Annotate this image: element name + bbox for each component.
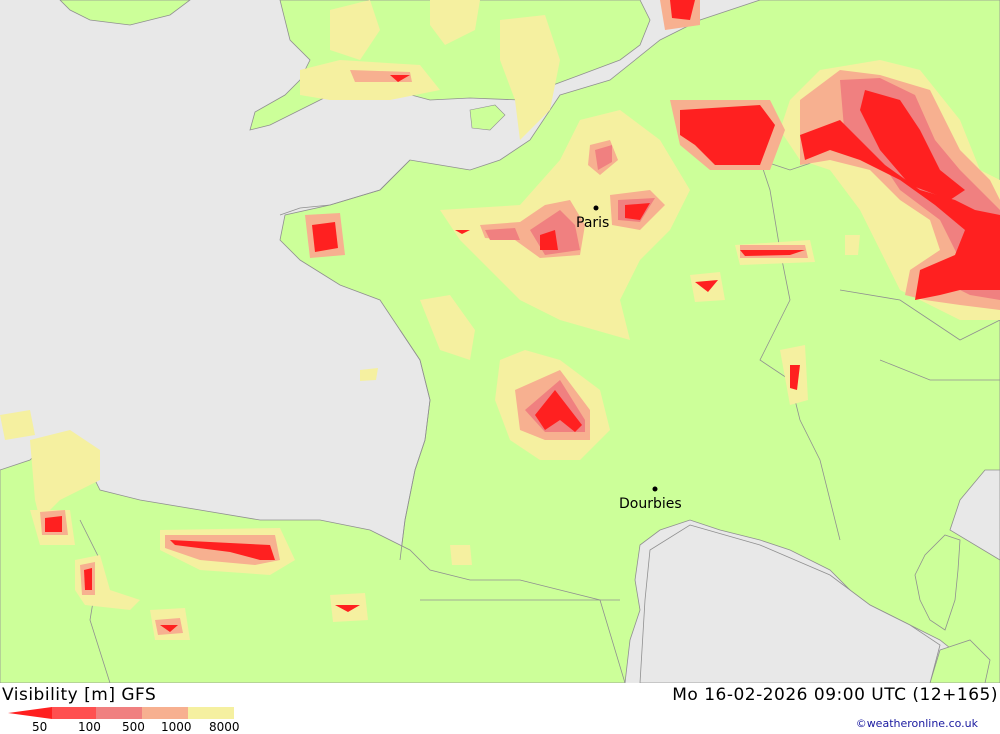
city-marker-icon [652, 486, 658, 492]
legend-swatch-500 [96, 707, 142, 719]
map-datetime: Mo 16-02-2026 09:00 UTC (12+165) [672, 685, 998, 705]
city-marker-icon [593, 205, 599, 211]
credit-link[interactable]: ©weatheronline.co.uk [856, 717, 978, 730]
city-label-dourbies: Dourbies [619, 496, 682, 512]
city-label-paris: Paris [576, 215, 609, 231]
legend-label-50: 50 [32, 720, 48, 734]
map-canvas: Paris Dourbies [0, 0, 1000, 684]
map-footer: Visibility [m] GFS Mo 16-02-2026 09:00 U… [0, 683, 1000, 734]
legend-color-bar [8, 707, 234, 719]
legend-labels: 50 100 500 1000 8000 [0, 720, 260, 734]
map-title: Visibility [m] GFS [2, 685, 157, 705]
legend-label-500: 500 [122, 720, 145, 734]
legend-label-8000: 8000 [209, 720, 240, 734]
legend-swatch-100 [52, 707, 96, 719]
legend-label-1000: 1000 [161, 720, 192, 734]
visibility-map: Paris Dourbies [0, 0, 1000, 684]
legend-label-100: 100 [78, 720, 101, 734]
legend-swatch-8000 [188, 707, 234, 719]
legend-swatch-1000 [142, 707, 188, 719]
legend-swatch-50 [8, 707, 52, 719]
